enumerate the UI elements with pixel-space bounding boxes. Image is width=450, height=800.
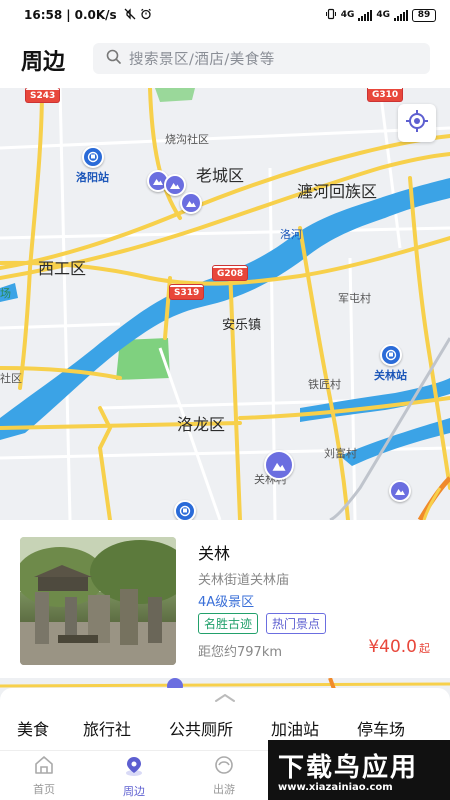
category-food[interactable]: 美食 xyxy=(17,716,49,740)
status-bar: 16:58 | 0.0K/s 4G 4G 89 xyxy=(0,0,450,30)
place-label: 社区 xyxy=(0,372,22,385)
header: 周边 搜索景区/酒店/美食等 xyxy=(0,30,450,88)
home-icon xyxy=(33,755,55,779)
alarm-icon xyxy=(140,8,152,23)
place-label: 安乐镇 xyxy=(222,318,262,333)
spot-name: 关林 xyxy=(198,544,231,563)
district-label: 西工区 xyxy=(38,259,87,278)
app-root: 16:58 | 0.0K/s 4G 4G 89 周边 搜索景区/酒店/美食等 S… xyxy=(0,0,450,800)
price-value: ¥40.0 xyxy=(368,637,417,657)
location-pin-icon xyxy=(123,755,145,781)
station-label: 关林站 xyxy=(374,369,407,382)
scenic-poi[interactable] xyxy=(389,480,411,502)
place-label: 军屯村 xyxy=(338,292,371,305)
price-suffix: 起 xyxy=(419,642,430,655)
map-view[interactable]: S243 G310 G208 S319 老城区 瀍河回族区 西工区 洛龙区 烧沟… xyxy=(0,88,450,520)
district-label: 洛龙区 xyxy=(177,415,226,434)
place-label: 烧沟社区 xyxy=(165,133,209,146)
spot-address: 关林街道关林庙 xyxy=(198,573,290,588)
scenic-pin-icon xyxy=(180,192,202,214)
battery-icon: 89 xyxy=(412,8,436,22)
watermark-sub: www.xiazainiao.com xyxy=(278,782,393,793)
spot-level: 4A级景区 xyxy=(198,595,255,610)
travel-icon xyxy=(213,755,235,779)
nav-travel[interactable]: 出游 xyxy=(194,755,254,797)
chevron-up-icon xyxy=(214,687,236,706)
scenic-poi-guanlin[interactable] xyxy=(264,450,294,480)
station-poi[interactable] xyxy=(174,500,196,520)
spot-price: ¥40.0 起 xyxy=(368,637,430,657)
road-badge-s243: S243 xyxy=(26,88,60,102)
nav-home-label: 首页 xyxy=(33,783,55,796)
nav-nearby-label: 周边 xyxy=(123,785,145,798)
station-pin-icon xyxy=(379,344,402,366)
road-badge-s319: S319 xyxy=(170,285,204,299)
mute-icon xyxy=(124,7,136,23)
spot-tags: 名胜古迹 热门景点 xyxy=(198,613,327,634)
signal-right-icon xyxy=(394,9,408,21)
signal-right-label: 4G xyxy=(376,10,390,20)
river-label: 洛河 xyxy=(280,228,302,241)
place-label: 刘富村 xyxy=(324,447,357,460)
district-label: 瀍河回族区 xyxy=(297,182,378,201)
tag-hot-spot: 热门景点 xyxy=(266,613,327,634)
category-gas-station[interactable]: 加油站 xyxy=(271,716,319,740)
district-label: 老城区 xyxy=(196,166,245,185)
place-label: 铁匠村 xyxy=(308,378,341,391)
signal-left-icon xyxy=(358,9,373,21)
map-base xyxy=(0,88,450,520)
road-badge-g208: G208 xyxy=(213,266,248,280)
station-poi-guanlin[interactable]: 关林站 xyxy=(374,344,407,383)
station-poi-luoyang[interactable]: 洛阳站 xyxy=(76,146,109,185)
locate-icon xyxy=(405,109,429,137)
page-title: 周边 xyxy=(21,50,66,75)
status-time: 16:58 xyxy=(24,8,63,22)
search-input[interactable]: 搜索景区/酒店/美食等 xyxy=(93,43,430,74)
search-placeholder: 搜索景区/酒店/美食等 xyxy=(129,52,275,68)
status-separator: | xyxy=(66,8,71,22)
nav-travel-label: 出游 xyxy=(213,783,235,796)
spot-photo xyxy=(20,537,176,665)
station-pin-icon xyxy=(81,146,104,168)
spot-card[interactable]: 关林 关林街道关林庙 4A级景区 名胜古迹 热门景点 距您约797km ¥40.… xyxy=(20,537,430,665)
scenic-pin-icon xyxy=(389,480,411,502)
search-icon xyxy=(106,49,121,68)
spot-info: 关林 关林街道关林庙 4A级景区 名胜古迹 热门景点 距您约797km ¥40.… xyxy=(198,537,430,665)
vibrate-icon xyxy=(325,8,337,23)
scenic-poi[interactable] xyxy=(180,192,202,214)
category-public-toilet[interactable]: 公共厕所 xyxy=(169,716,233,740)
nav-home[interactable]: 首页 xyxy=(14,755,74,797)
watermark-main: 下载鸟应用 xyxy=(278,753,419,783)
tag-scenic-heritage: 名胜古迹 xyxy=(198,613,259,634)
spot-card-area: 关林 关林街道关林庙 4A级景区 名胜古迹 热门景点 距您约797km ¥40.… xyxy=(0,520,450,690)
scenic-pin-icon xyxy=(264,450,294,480)
road-badge-g310: G310 xyxy=(368,88,403,101)
locate-button[interactable] xyxy=(398,104,436,142)
place-label: 场 xyxy=(0,287,11,300)
station-label: 洛阳站 xyxy=(76,171,109,184)
signal-left-label: 4G xyxy=(340,10,355,20)
category-parking[interactable]: 停车场 xyxy=(357,716,405,740)
nav-nearby[interactable]: 周边 xyxy=(104,755,164,799)
station-pin-icon xyxy=(174,500,196,520)
spot-distance: 距您约797km xyxy=(198,645,283,660)
sheet-handle[interactable] xyxy=(0,688,450,704)
network-speed: 0.0K/s xyxy=(74,8,117,22)
spot-photo-art xyxy=(20,537,176,665)
watermark-logo: 下载鸟应用 www.xiazainiao.com xyxy=(268,740,450,800)
category-travel-agency[interactable]: 旅行社 xyxy=(83,716,131,740)
